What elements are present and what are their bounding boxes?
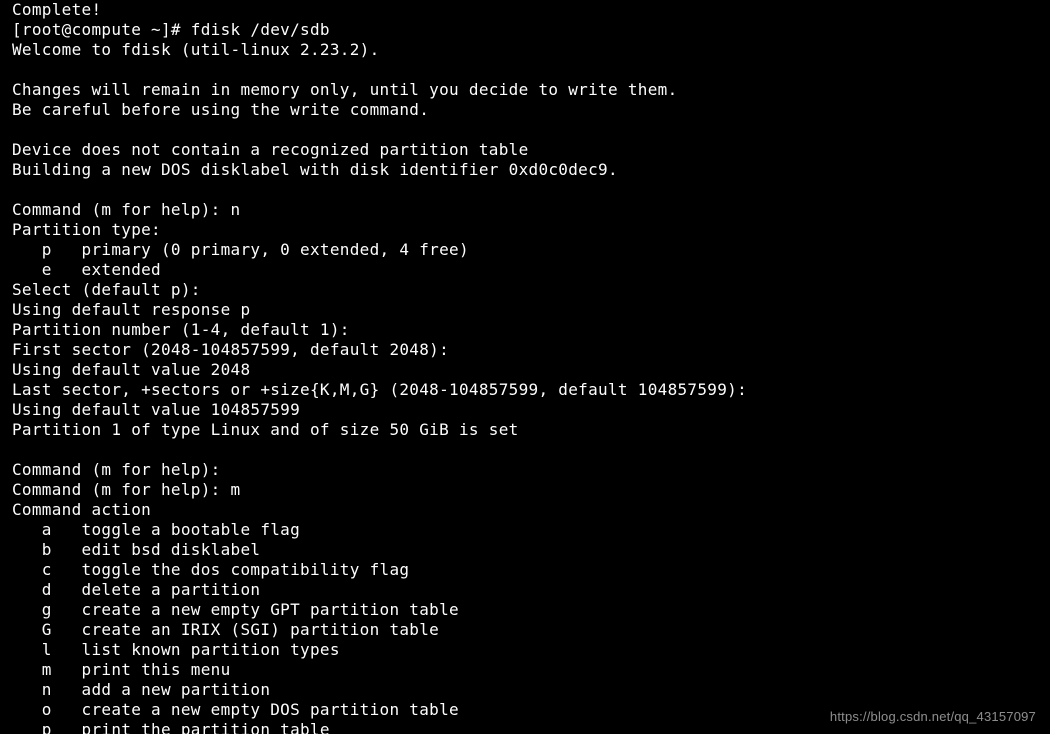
- watermark-text: https://blog.csdn.net/qq_43157097: [830, 709, 1036, 724]
- terminal-output[interactable]: Complete! [root@compute ~]# fdisk /dev/s…: [0, 0, 1050, 734]
